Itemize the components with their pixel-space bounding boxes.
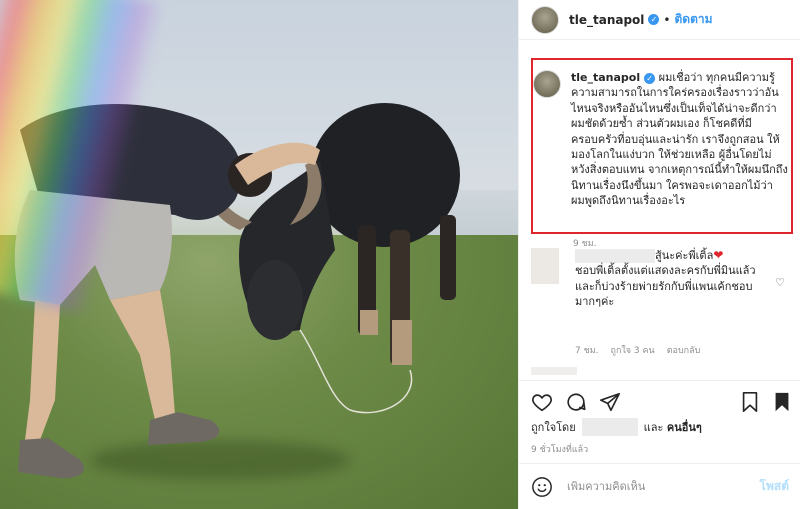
save-bookmark-filled-icon[interactable] <box>771 391 793 413</box>
action-bar <box>519 380 800 420</box>
comment-text: ชอบพี่เติ้ลตั้งแต่แสดงละครกับพี่มินแล้วแ… <box>575 264 756 309</box>
likes-prefix: ถูกใจโดย <box>531 421 576 434</box>
likes-others-link[interactable]: คนอื่นๆ <box>667 418 702 436</box>
comment-body: สู้นะค่ะพี่เติ้ล❤ ชอบพี่เติ้ลตั้งแต่แสดง… <box>575 248 765 310</box>
separator-dot: • <box>663 12 671 27</box>
comment-text-line1: สู้นะค่ะพี่เติ้ล <box>655 249 714 262</box>
caption-text: ผมเชื่อว่า ทุกคนมีความรู้ความสามารถในการ… <box>571 71 788 208</box>
comment-input[interactable] <box>567 480 747 493</box>
likes-and: และ <box>643 421 664 434</box>
post-header: tle_tanapol ✓ • ติดตาม <box>519 0 800 40</box>
like-heart-icon[interactable] <box>531 391 553 413</box>
liker-username-redacted[interactable] <box>581 418 638 436</box>
next-comment-placeholder <box>531 367 577 375</box>
commenter-username-redacted[interactable] <box>575 249 655 263</box>
comment-bubble-icon[interactable] <box>565 391 587 413</box>
follow-button[interactable]: ติดตาม <box>675 10 713 29</box>
share-send-icon[interactable] <box>599 391 621 413</box>
verified-badge-icon: ✓ <box>648 14 660 25</box>
caption-text-block: tle_tanapol ✓ ผมเชื่อว่า ทุกคนมีความรู้คว… <box>571 70 789 209</box>
likes-summary: ถูกใจโดย และ คนอื่นๆ <box>531 418 702 436</box>
comment-item: สู้นะค่ะพี่เติ้ล❤ ชอบพี่เติ้ลตั้งแต่แสดง… <box>531 248 793 310</box>
caption-avatar[interactable] <box>533 70 561 98</box>
post-comment-button[interactable]: โพสต์ <box>760 477 789 496</box>
author-avatar[interactable] <box>531 5 559 34</box>
comment-likes[interactable]: ถูกใจ 3 คน <box>611 343 655 357</box>
comment-reply-button[interactable]: ตอบกลับ <box>667 343 701 357</box>
comment-meta: 7 ชม. ถูกใจ 3 คน ตอบกลับ <box>575 343 700 357</box>
add-comment-bar: โพสต์ <box>519 463 800 509</box>
comment-time[interactable]: 7 ชม. <box>575 343 599 357</box>
post-timestamp[interactable]: 9 ชั่วโมงที่แล้ว <box>531 442 588 456</box>
emoji-icon[interactable] <box>531 476 553 498</box>
commenter-avatar[interactable] <box>531 248 559 284</box>
verified-badge-icon: ✓ <box>644 72 656 84</box>
author-username[interactable]: tle_tanapol <box>569 13 644 27</box>
caption-username[interactable]: tle_tanapol <box>571 71 640 84</box>
post-caption: tle_tanapol ✓ ผมเชื่อว่า ทุกคนมีความรู้คว… <box>533 70 789 209</box>
save-bookmark-icon[interactable] <box>739 391 761 413</box>
post-photo[interactable] <box>0 0 518 509</box>
post-sidebar: tle_tanapol ✓ • ติดตาม tle_tanapol ✓ ผมเช… <box>518 0 800 509</box>
comment-like-heart-icon[interactable]: ♡ <box>775 276 785 289</box>
red-heart-emoji-icon: ❤ <box>713 248 724 262</box>
